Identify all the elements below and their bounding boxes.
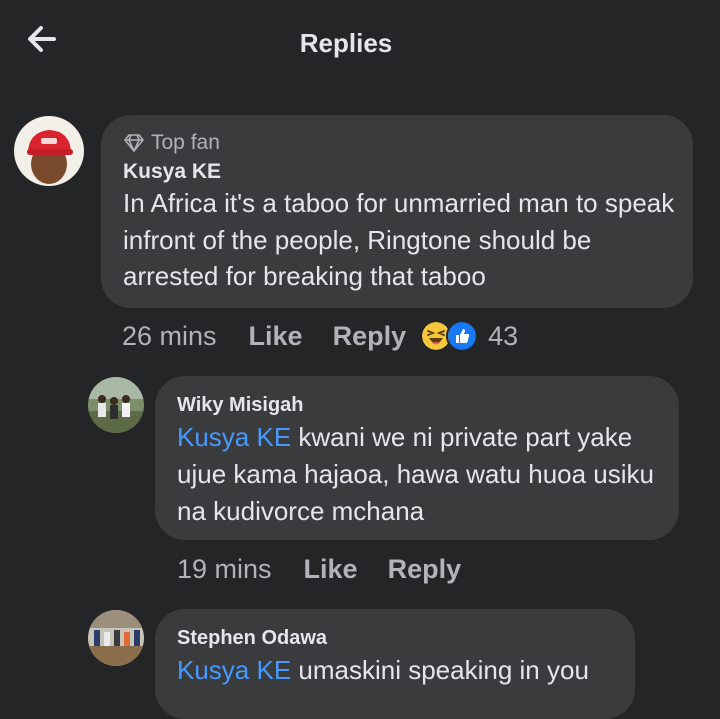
avatar[interactable] — [88, 377, 144, 433]
reply-button[interactable]: Reply — [388, 554, 462, 585]
badge-label: Top fan — [151, 131, 220, 154]
comment-text: Kusya KE umaskini speaking in you — [177, 655, 589, 685]
mention-link[interactable]: Kusya KE — [177, 422, 291, 452]
comment-text: In Africa it's a taboo for unmarried man… — [123, 188, 675, 291]
comment-time: 26 mins — [122, 320, 217, 351]
page-title: Replies — [299, 28, 393, 58]
reply-button[interactable]: Reply — [333, 321, 407, 352]
comment-time: 19 mins — [177, 554, 272, 584]
like-button[interactable]: Like — [249, 321, 303, 352]
top-bar: Replies — [0, 0, 720, 90]
like-reaction-icon — [446, 320, 479, 352]
mention-link[interactable]: Kusya KE — [177, 655, 291, 685]
comment-author[interactable]: Wiky Misigah — [177, 394, 304, 417]
comment-bubble: Top fan Kusya KE In Africa it's a taboo … — [101, 115, 693, 308]
diamond-icon — [124, 134, 144, 152]
comment-actions: 26 mins Like Reply 43 — [122, 320, 518, 352]
avatar[interactable] — [88, 610, 144, 666]
like-button[interactable]: Like — [304, 554, 358, 585]
comment-author[interactable]: Kusya KE — [123, 160, 221, 184]
comment-actions: 19 mins Like Reply — [177, 554, 491, 585]
comment-bubble: Stephen Odawa Kusya KE umaskini speaking… — [155, 609, 635, 719]
comment-text: Kusya KE kwani we ni private part yake u… — [177, 422, 654, 526]
comment-bubble: Wiky Misigah Kusya KE kwani we ni privat… — [155, 376, 679, 540]
top-fan-badge: Top fan — [123, 131, 220, 155]
comment-author[interactable]: Stephen Odawa — [177, 627, 327, 650]
reactions[interactable]: 43 — [420, 320, 518, 352]
avatar[interactable] — [14, 116, 84, 186]
reaction-count: 43 — [488, 320, 519, 351]
